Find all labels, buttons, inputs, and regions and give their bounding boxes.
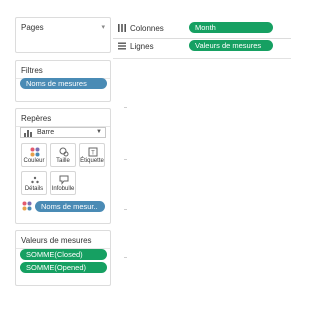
mark-tooltip-button[interactable]: Infobulle [50,171,76,195]
columns-icon [118,24,126,32]
size-icon [59,147,69,157]
bar-chart-icon [24,130,32,137]
mark-tooltip-label: Infobulle [51,186,75,192]
mark-detail-button[interactable]: Détails [21,171,47,195]
filters-title: Filtres [21,66,43,75]
svg-text:T: T [91,151,95,157]
mark-color-label: Couleur [23,158,45,164]
mark-type-dropdown[interactable]: Barre ▼ [20,127,106,138]
chevron-down-icon: ▼ [96,129,102,135]
measure-pill-sum-opened[interactable]: SOMME(Opened) [20,262,107,273]
measure-values-card: Valeurs de mesures SOMME(Closed) SOMME(O… [15,230,111,286]
shelf-divider [113,38,291,39]
visualization-canvas[interactable] [113,58,291,298]
measure-pill-sum-closed[interactable]: SOMME(Closed) [20,249,107,260]
axis-tick [124,107,127,108]
detail-icon [31,176,39,184]
axis-tick [124,209,127,210]
rows-shelf-label: Lignes [130,42,154,51]
filter-pill-measure-names[interactable]: Noms de mesures [20,78,107,89]
tooltip-icon [59,175,69,185]
axis-tick [124,159,127,160]
color-dots-icon [30,147,40,157]
columns-shelf-label: Colonnes [130,24,164,33]
rows-icon [118,42,126,50]
mark-detail-label: Détails [24,186,44,192]
pages-menu-arrow-icon[interactable]: ▾ [101,23,105,31]
axis-tick [124,257,127,258]
mark-color-button[interactable]: Couleur [21,143,47,167]
color-encoding-icon [22,201,32,211]
measure-values-title: Valeurs de mesures [21,236,92,245]
columns-pill-month[interactable]: Month [189,22,273,33]
filters-card: Filtres Noms de mesures [15,60,111,102]
pages-title: Pages [21,23,44,32]
marks-title: Repères [21,114,52,123]
rows-pill-measure-values[interactable]: Valeurs de mesures [189,40,273,51]
mark-size-label: Taille [56,158,70,164]
pages-card: Pages ▾ [15,17,111,53]
mark-type-label: Barre [37,129,55,136]
mark-label-label: Étiquette [80,158,104,164]
label-icon: T [88,147,98,157]
mark-size-button[interactable]: Taille [50,143,76,167]
color-pill-measure-names[interactable]: Noms de mesur.. [35,201,105,212]
mark-label-button[interactable]: T Étiquette [79,143,105,167]
